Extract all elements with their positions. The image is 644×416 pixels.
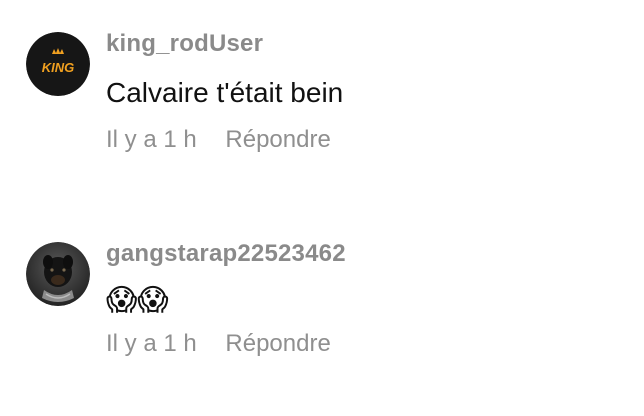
- dog-photo-icon: [26, 242, 90, 306]
- comment-meta: Il y a 1 h Répondre: [106, 330, 626, 358]
- comment-text: Calvaire t'était bein: [106, 77, 344, 108]
- reply-button[interactable]: Répondre: [225, 126, 330, 154]
- comment-time: Il y a 1 h: [106, 330, 197, 357]
- avatar[interactable]: [26, 242, 90, 306]
- svg-text:KING: KING: [42, 60, 75, 75]
- comment-meta: Il y a 1 h Répondre: [106, 126, 626, 154]
- comment-body: king_rodUser Calvaire t'était bein Il y …: [106, 30, 626, 154]
- comment-username[interactable]: king_rodUser: [106, 30, 626, 58]
- comment-body: gangstarap22523462 😱😱 Il y a 1 h Répondr…: [106, 240, 626, 358]
- comment-list: KING king_rodUser Calvaire t'était bein …: [0, 0, 644, 416]
- comment-username[interactable]: gangstarap22523462: [106, 240, 626, 268]
- reply-button[interactable]: Répondre: [225, 330, 330, 358]
- comment-text: 😱😱: [106, 284, 169, 317]
- king-logo-icon: KING: [26, 32, 90, 96]
- avatar[interactable]: KING: [26, 32, 90, 96]
- comment-time: Il y a 1 h: [106, 126, 197, 153]
